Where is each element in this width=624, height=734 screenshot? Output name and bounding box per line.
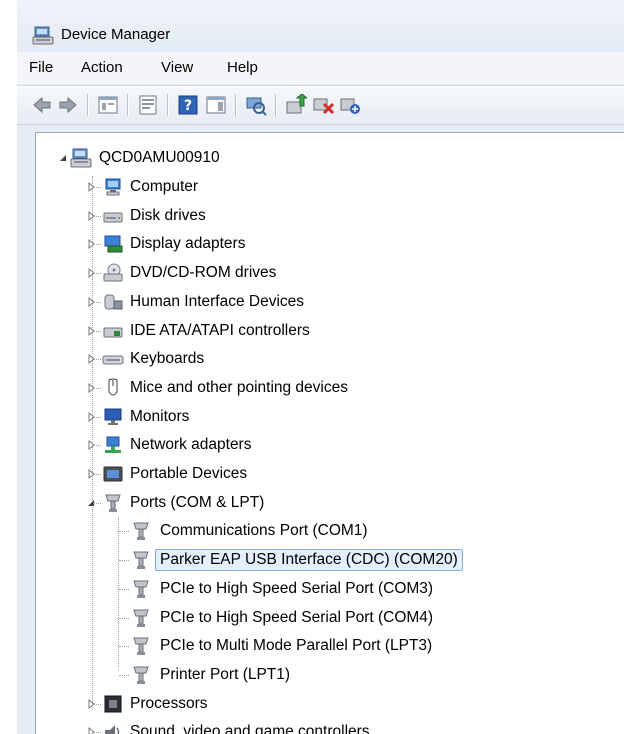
- tree-category-label: Human Interface Devices: [130, 292, 305, 310]
- tree-category-label: Disk drives: [130, 206, 206, 224]
- toolbar: ?: [17, 85, 624, 125]
- show-action-pane-icon[interactable]: [205, 94, 227, 116]
- tree-line: [119, 646, 129, 648]
- tree-port-label: PCIe to Multi Mode Parallel Port (LPT3): [160, 637, 433, 655]
- tree-line: [93, 244, 101, 246]
- device-manager-window: Device Manager File Action View Help ? Q…: [17, 0, 624, 734]
- menu-action[interactable]: Action: [81, 59, 123, 76]
- forward-icon[interactable]: [57, 94, 79, 116]
- disk-drive-icon: [103, 212, 123, 223]
- show-hide-console-tree-icon[interactable]: [97, 94, 119, 116]
- tree-category-label: IDE ATA/ATAPI controllers: [130, 321, 310, 339]
- toolbar-separator: [235, 94, 236, 116]
- collapse-arrow-icon[interactable]: [58, 153, 68, 163]
- toolbar-separator: [127, 94, 128, 116]
- menu-view[interactable]: View: [161, 59, 193, 76]
- tree-category-label: Portable Devices: [130, 465, 248, 482]
- tree-category-label: Mice and other pointing devices: [130, 378, 348, 396]
- tree-line: [93, 359, 101, 361]
- display-adapter-icon: [104, 235, 123, 253]
- menu-file[interactable]: File: [29, 59, 53, 76]
- tree-line: [93, 330, 101, 332]
- port-icon: [133, 609, 149, 627]
- tree-line: [93, 502, 101, 504]
- back-icon[interactable]: [31, 94, 53, 116]
- tree-line: [119, 617, 129, 619]
- ide-controller-icon: [103, 327, 123, 337]
- mouse-icon: [108, 378, 118, 396]
- tree-category-label: DVD/CD-ROM drives: [130, 264, 277, 282]
- tree-port-label: Communications Port (COM1): [160, 522, 368, 540]
- tree-line: [93, 445, 101, 447]
- port-icon: [133, 551, 149, 570]
- port-icon: [133, 666, 149, 684]
- tree-port-label: PCIe to High Speed Serial Port (COM3): [160, 579, 434, 597]
- port-icon: [133, 522, 149, 541]
- tree-category-label: Ports (COM & LPT): [130, 493, 265, 511]
- sound-icon: [105, 725, 120, 734]
- toolbar-separator: [87, 94, 88, 116]
- tree-category-label: Display adapters: [130, 235, 246, 253]
- menu-help[interactable]: Help: [227, 59, 258, 76]
- tree-line: [93, 416, 101, 418]
- help-icon[interactable]: ?: [177, 94, 199, 116]
- uninstall-icon[interactable]: [312, 94, 334, 116]
- tree-category-label: Keyboards: [130, 350, 205, 368]
- properties-icon[interactable]: [137, 94, 159, 116]
- network-adapter-icon: [105, 436, 121, 454]
- tree-line: [119, 560, 129, 562]
- port-icon: [133, 580, 149, 598]
- tree-line: [119, 674, 129, 676]
- tree-category-label: Processors: [130, 694, 208, 712]
- scan-hardware-icon[interactable]: [245, 94, 267, 116]
- title-bar[interactable]: Device Manager: [17, 0, 624, 50]
- tree-category-label: Monitors: [130, 407, 190, 425]
- tree-line: [119, 588, 129, 590]
- tree-port-label: Parker EAP USB Interface (CDC) (COM20): [155, 549, 463, 572]
- tree-category-label: Sound, video and game controllers: [130, 723, 370, 734]
- hid-icon: [104, 294, 123, 310]
- tree-port-label: PCIe to High Speed Serial Port (COM4): [160, 608, 434, 626]
- tree-line: [93, 187, 101, 188]
- toolbar-separator: [167, 94, 168, 116]
- tree-line: [93, 301, 101, 303]
- tree-root-label: QCD0AMU00910: [99, 149, 220, 166]
- tree-category-label: Computer: [130, 178, 199, 195]
- tree-line: [119, 531, 129, 533]
- dvd-drive-icon: [103, 263, 123, 282]
- menu-bar: File Action View Help: [17, 52, 624, 84]
- device-manager-icon: [32, 26, 54, 45]
- tree-line: [93, 273, 101, 275]
- monitor-icon: [104, 408, 122, 425]
- computer-icon: [105, 178, 121, 196]
- tree-line: [93, 732, 101, 734]
- port-icon: [133, 637, 149, 656]
- tree-line: [93, 474, 101, 475]
- window-title: Device Manager: [61, 26, 171, 43]
- tree-category-label: Network adapters: [130, 436, 252, 454]
- port-icon: [105, 494, 121, 512]
- update-driver-icon[interactable]: [285, 94, 307, 116]
- toolbar-separator: [275, 94, 276, 116]
- tree-line: [93, 215, 101, 217]
- tree-line: [93, 703, 101, 705]
- tree-port-label: Printer Port (LPT1): [160, 665, 291, 683]
- disable-icon[interactable]: [339, 94, 361, 116]
- device-tree[interactable]: QCD0AMU00910 Computer Disk drives Display …: [35, 132, 624, 734]
- keyboard-icon: [102, 355, 124, 365]
- tree-line: [93, 387, 101, 389]
- computer-root-icon: [70, 148, 92, 168]
- processor-icon: [104, 695, 122, 713]
- portable-device-icon: [103, 466, 123, 482]
- svg-text:?: ?: [184, 98, 192, 114]
